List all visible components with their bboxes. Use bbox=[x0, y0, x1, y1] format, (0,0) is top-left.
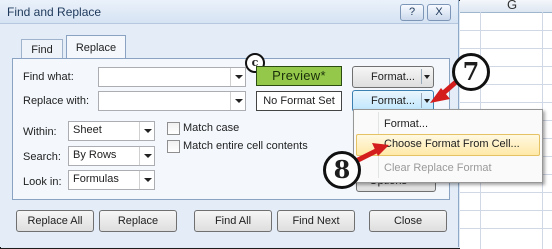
annotation-overlay bbox=[354, 80, 458, 164]
step-8-callout: 8 bbox=[323, 151, 361, 189]
step-7-callout: 7 bbox=[452, 53, 490, 91]
arrow-8-shaft bbox=[354, 147, 380, 164]
